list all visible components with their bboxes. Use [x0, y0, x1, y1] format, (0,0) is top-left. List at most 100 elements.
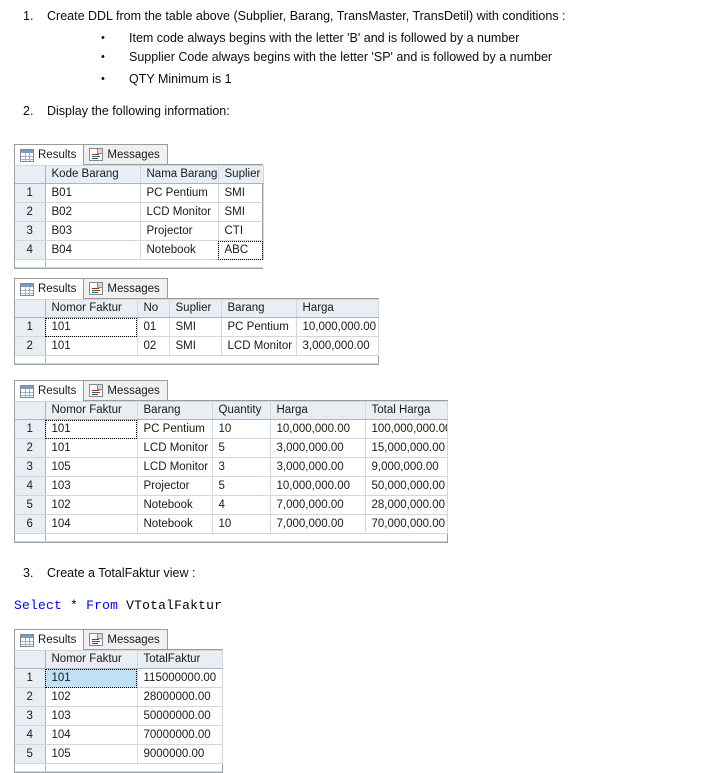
cell-focused[interactable]: 101 — [45, 317, 138, 337]
cell[interactable]: SMI — [169, 317, 222, 337]
cell[interactable]: 50000000.00 — [137, 706, 223, 726]
cell[interactable]: 105 — [45, 457, 138, 477]
cell[interactable]: B01 — [45, 183, 141, 203]
cell[interactable]: 4 — [212, 495, 271, 515]
cell[interactable]: 70000000.00 — [137, 725, 223, 745]
row-number[interactable]: 5 — [15, 744, 46, 764]
column-header[interactable]: Nomor Faktur — [45, 299, 138, 318]
row-number[interactable]: 4 — [15, 725, 46, 745]
table-row[interactable]: 3 103 50000000.00 — [15, 706, 223, 726]
cell[interactable]: 15,000,000.00 — [365, 438, 448, 458]
cell[interactable]: LCD Monitor — [221, 336, 297, 356]
tab-results[interactable]: Results — [14, 278, 85, 299]
cell-focused[interactable]: 101 — [45, 419, 138, 439]
results-grid-faktur-header[interactable]: Nomor Faktur No Suplier Barang Harga 1 1… — [14, 299, 379, 365]
results-grid-vtotalfaktur[interactable]: Nomor Faktur TotalFaktur 1 101 115000000… — [14, 650, 223, 773]
cell[interactable]: 70,000,000.00 — [365, 514, 448, 534]
cell[interactable]: 9000000.00 — [137, 744, 223, 764]
cell[interactable]: 28,000,000.00 — [365, 495, 448, 515]
cell[interactable]: Notebook — [140, 240, 219, 260]
table-row[interactable]: 1 101 PC Pentium 10 10,000,000.00 100,00… — [15, 419, 448, 439]
cell[interactable]: 02 — [137, 336, 170, 356]
cell[interactable]: 28000000.00 — [137, 687, 223, 707]
results-grid-barang[interactable]: Kode Barang Nama Barang Suplier 1 B01 PC… — [14, 165, 264, 269]
column-header[interactable]: No — [137, 299, 170, 318]
column-header[interactable]: Suplier — [218, 165, 264, 184]
table-row[interactable]: 2 101 LCD Monitor 5 3,000,000.00 15,000,… — [15, 438, 448, 458]
table-row[interactable]: 4 B04 Notebook ABC — [15, 240, 264, 260]
table-row[interactable]: 2 101 02 SMI LCD Monitor 3,000,000.00 — [15, 336, 379, 356]
table-row[interactable]: 2 B02 LCD Monitor SMI — [15, 202, 264, 222]
cell[interactable]: 50,000,000.00 — [365, 476, 448, 496]
cell[interactable]: 10,000,000.00 — [270, 419, 366, 439]
row-number[interactable]: 2 — [15, 687, 46, 707]
cell[interactable]: 3,000,000.00 — [270, 438, 366, 458]
cell[interactable]: SMI — [218, 183, 264, 203]
row-number[interactable]: 4 — [15, 476, 46, 496]
row-number[interactable]: 4 — [15, 240, 46, 260]
table-row[interactable]: 4 103 Projector 5 10,000,000.00 50,000,0… — [15, 476, 448, 496]
cell[interactable]: 3,000,000.00 — [296, 336, 379, 356]
table-row[interactable]: 1 101 01 SMI PC Pentium 10,000,000.00 — [15, 317, 379, 337]
cell[interactable]: 105 — [45, 744, 138, 764]
tab-messages[interactable]: Messages — [83, 380, 168, 400]
column-header[interactable]: Nama Barang — [140, 165, 219, 184]
cell[interactable]: PC Pentium — [221, 317, 297, 337]
tab-messages[interactable]: Messages — [83, 629, 168, 649]
row-number[interactable]: 1 — [15, 668, 46, 688]
cell[interactable]: B02 — [45, 202, 141, 222]
row-number[interactable]: 3 — [15, 221, 46, 241]
column-header[interactable]: Suplier — [169, 299, 222, 318]
column-header[interactable]: Harga — [296, 299, 379, 318]
cell[interactable]: 100,000,000.00 — [365, 419, 448, 439]
cell[interactable]: Projector — [140, 221, 219, 241]
cell[interactable]: 101 — [45, 438, 138, 458]
column-header[interactable]: Barang — [137, 401, 213, 420]
row-number[interactable]: 2 — [15, 336, 46, 356]
tab-results[interactable]: Results — [14, 144, 85, 165]
table-row[interactable]: 1 101 115000000.00 — [15, 668, 223, 688]
cell[interactable]: 115000000.00 — [137, 668, 223, 688]
cell[interactable]: SMI — [218, 202, 264, 222]
column-header[interactable]: Nomor Faktur — [45, 401, 138, 420]
cell[interactable]: 5 — [212, 476, 271, 496]
cell[interactable]: 103 — [45, 476, 138, 496]
column-header[interactable]: Harga — [270, 401, 366, 420]
cell[interactable]: Projector — [137, 476, 213, 496]
cell[interactable]: LCD Monitor — [137, 438, 213, 458]
cell[interactable]: 10 — [212, 419, 271, 439]
cell[interactable]: B04 — [45, 240, 141, 260]
cell[interactable]: PC Pentium — [137, 419, 213, 439]
row-number[interactable]: 5 — [15, 495, 46, 515]
row-number[interactable]: 6 — [15, 514, 46, 534]
cell[interactable]: 10,000,000.00 — [296, 317, 379, 337]
cell[interactable]: CTI — [218, 221, 264, 241]
cell[interactable]: 102 — [45, 495, 138, 515]
cell[interactable]: 104 — [45, 514, 138, 534]
table-row[interactable]: 6 104 Notebook 10 7,000,000.00 70,000,00… — [15, 514, 448, 534]
table-row[interactable]: 3 105 LCD Monitor 3 3,000,000.00 9,000,0… — [15, 457, 448, 477]
cell[interactable]: 10,000,000.00 — [270, 476, 366, 496]
cell[interactable]: 3,000,000.00 — [270, 457, 366, 477]
cell[interactable]: B03 — [45, 221, 141, 241]
table-row[interactable]: 5 105 9000000.00 — [15, 744, 223, 764]
row-number[interactable]: 2 — [15, 438, 46, 458]
column-header[interactable]: Total Harga — [365, 401, 448, 420]
tab-results[interactable]: Results — [14, 380, 85, 401]
table-row[interactable]: 3 B03 Projector CTI — [15, 221, 264, 241]
cell[interactable]: 7,000,000.00 — [270, 495, 366, 515]
column-header[interactable]: Barang — [221, 299, 297, 318]
cell[interactable]: 101 — [45, 336, 138, 356]
tab-messages[interactable]: Messages — [83, 144, 168, 164]
table-row[interactable]: 4 104 70000000.00 — [15, 725, 223, 745]
table-row[interactable]: 5 102 Notebook 4 7,000,000.00 28,000,000… — [15, 495, 448, 515]
row-number[interactable]: 1 — [15, 419, 46, 439]
results-grid-transdetil[interactable]: Nomor Faktur Barang Quantity Harga Total… — [14, 401, 448, 543]
cell[interactable]: LCD Monitor — [137, 457, 213, 477]
cell[interactable]: 9,000,000.00 — [365, 457, 448, 477]
row-number[interactable]: 3 — [15, 457, 46, 477]
cell[interactable]: 102 — [45, 687, 138, 707]
cell[interactable]: 10 — [212, 514, 271, 534]
row-number[interactable]: 3 — [15, 706, 46, 726]
cell[interactable]: LCD Monitor — [140, 202, 219, 222]
